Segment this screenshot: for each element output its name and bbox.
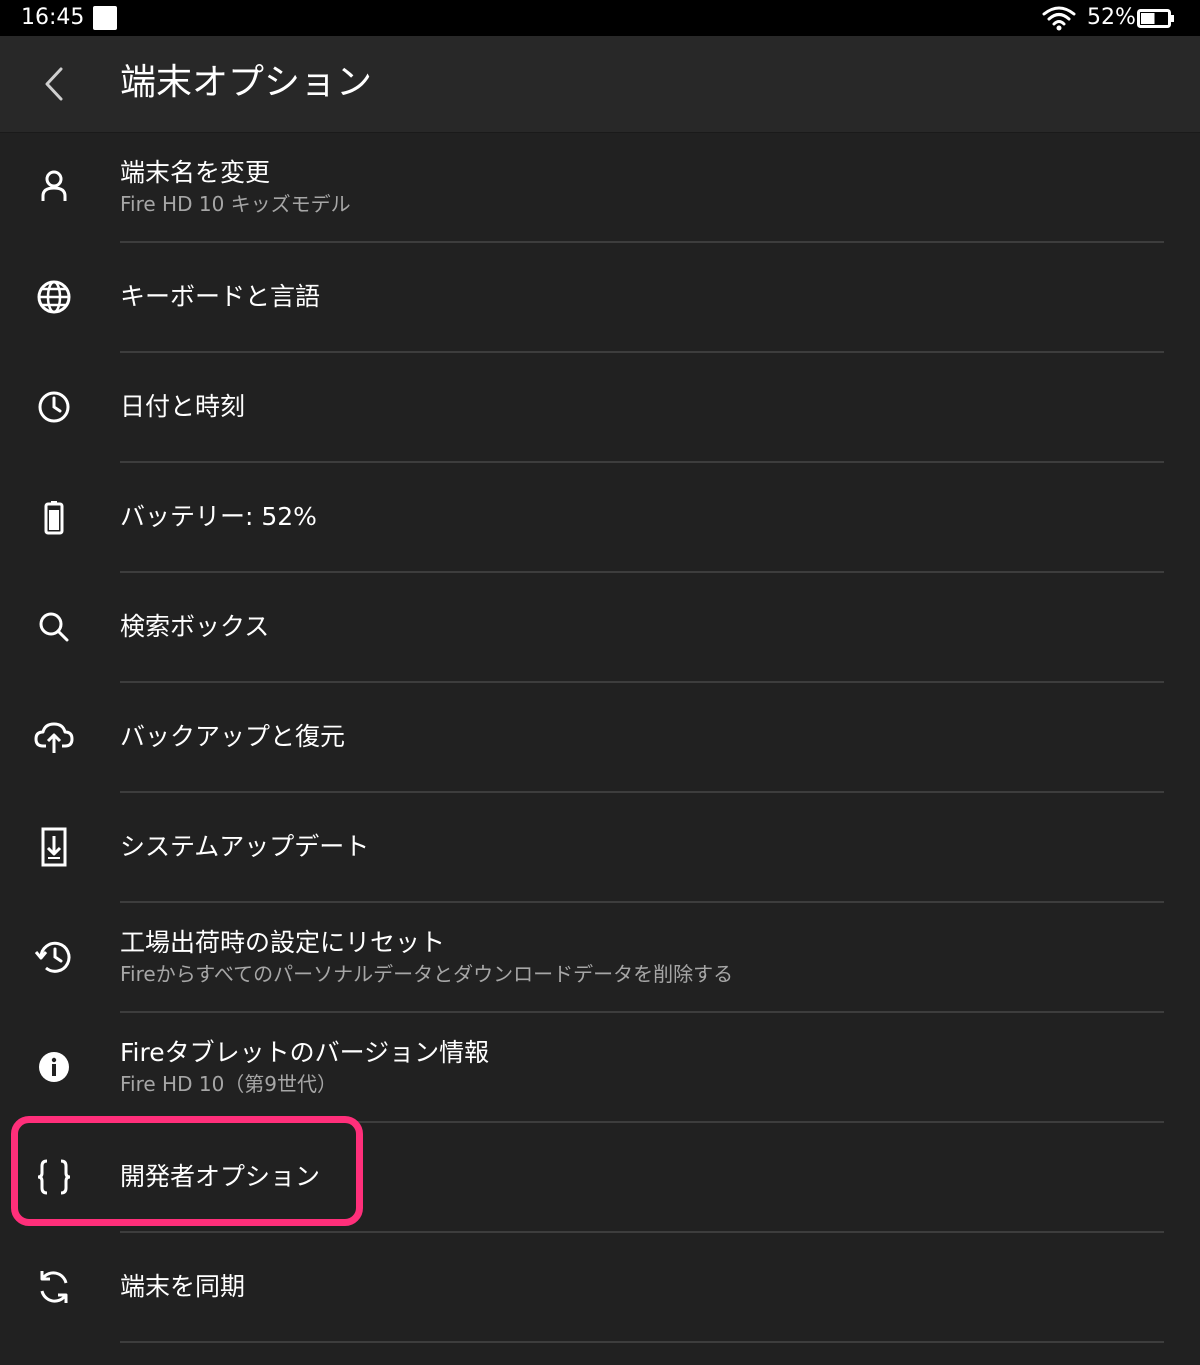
setting-title: 開発者オプション: [120, 1162, 321, 1191]
status-bar: 16:45 52%: [0, 0, 1200, 36]
setting-title: 端末名を変更: [120, 158, 271, 187]
setting-sync-device[interactable]: 端末を同期: [0, 1233, 1200, 1343]
status-time: 16:45: [21, 5, 85, 30]
app-bar: 端末オプション: [0, 36, 1200, 133]
setting-title: システムアップデート: [120, 832, 370, 861]
battery-icon: [33, 496, 75, 538]
setting-subtitle: Fireからすべてのパーソナルデータとダウンロードデータを削除する: [120, 962, 734, 986]
clock-icon: [33, 386, 75, 428]
page-title: 端末オプション: [120, 62, 373, 103]
setting-version-info[interactable]: Fireタブレットのバージョン情報 Fire HD 10（第9世代）: [0, 1013, 1200, 1123]
setting-system-update[interactable]: システムアップデート: [0, 793, 1200, 903]
setting-title: 工場出荷時の設定にリセット: [120, 928, 446, 957]
person-icon: [33, 166, 75, 208]
battery-percent: 52%: [1087, 5, 1136, 30]
divider: [120, 1341, 1164, 1343]
setting-title: Fireタブレットのバージョン情報: [120, 1038, 490, 1067]
setting-developer-options[interactable]: 開発者オプション: [0, 1123, 1200, 1233]
setting-factory-reset[interactable]: 工場出荷時の設定にリセット Fireからすべてのパーソナルデータとダウンロードデ…: [0, 903, 1200, 1013]
settings-list: 端末名を変更 Fire HD 10 キッズモデル キーボードと言語 日付と時刻 …: [0, 133, 1200, 1343]
braces-icon: [33, 1156, 75, 1198]
battery-icon: [1137, 9, 1175, 28]
globe-icon: [33, 276, 75, 318]
back-button[interactable]: [28, 58, 80, 110]
device-options-screen: 16:45 52% 端末オプション 端末名を変更 Fire HD 10 キッズモ…: [0, 0, 1200, 1365]
setting-title: 日付と時刻: [120, 392, 246, 421]
setting-subtitle: Fire HD 10 キッズモデル: [120, 192, 351, 216]
setting-date-time[interactable]: 日付と時刻: [0, 353, 1200, 463]
info-icon: [33, 1046, 75, 1088]
setting-search-box[interactable]: 検索ボックス: [0, 573, 1200, 683]
sync-icon: [33, 1266, 75, 1308]
setting-title: バックアップと復元: [120, 722, 346, 751]
notification-square-icon: [93, 6, 117, 30]
setting-battery[interactable]: バッテリー: 52%: [0, 463, 1200, 573]
wifi-icon: [1042, 5, 1076, 31]
setting-keyboard-language[interactable]: キーボードと言語: [0, 243, 1200, 353]
restore-icon: [33, 936, 75, 978]
setting-title: 検索ボックス: [120, 612, 270, 641]
setting-title: キーボードと言語: [120, 282, 321, 311]
setting-rename-device[interactable]: 端末名を変更 Fire HD 10 キッズモデル: [0, 133, 1200, 243]
setting-subtitle: Fire HD 10（第9世代）: [120, 1072, 338, 1096]
search-icon: [33, 606, 75, 648]
system-update-icon: [33, 826, 75, 868]
setting-backup-restore[interactable]: バックアップと復元: [0, 683, 1200, 793]
cloud-upload-icon: [33, 716, 75, 758]
setting-title: 端末を同期: [120, 1272, 246, 1301]
chevron-left-icon: [39, 64, 69, 104]
setting-title: バッテリー: 52%: [120, 502, 317, 531]
